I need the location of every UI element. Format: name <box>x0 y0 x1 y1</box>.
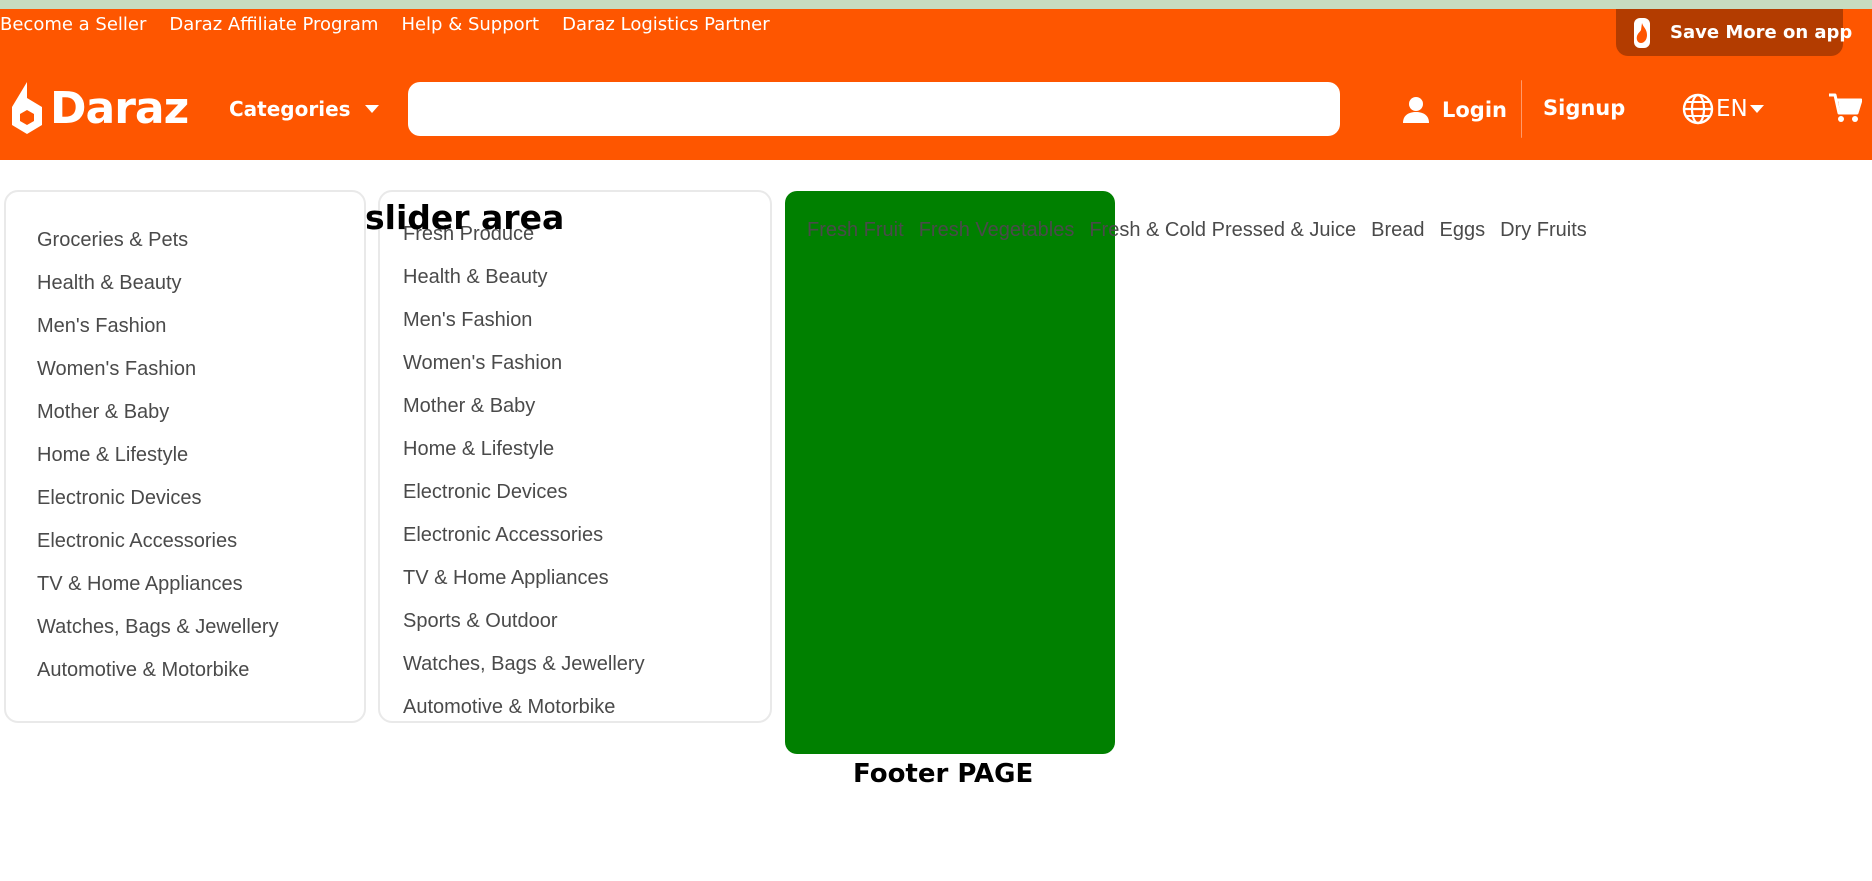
category-item-mother-baby[interactable]: Mother & Baby <box>37 397 364 440</box>
user-icon <box>1403 97 1429 123</box>
daraz-app-icon <box>1634 17 1650 48</box>
category-item-home-lifestyle[interactable]: Home & Lifestyle <box>37 440 364 483</box>
category-item-women-s-fashion[interactable]: Women's Fashion <box>37 354 364 397</box>
category-sidebar: Groceries & Pets Health & Beauty Men's Fas… <box>4 190 366 723</box>
subcategory-link-bread[interactable]: Bread <box>1371 216 1424 244</box>
subcategory-link-eggs[interactable]: Eggs <box>1440 216 1486 244</box>
signup-button[interactable]: Signup <box>1543 96 1625 120</box>
category-item-watches-bags-jewellery[interactable]: Watches, Bags & Jewellery <box>37 612 364 655</box>
top-link-affiliate-program[interactable]: Daraz Affiliate Program <box>169 14 378 36</box>
categories-label: Categories <box>229 97 351 121</box>
submenu-item-women-s-fashion[interactable]: Women's Fashion <box>403 348 770 391</box>
category-item-tv-home-appliances[interactable]: TV & Home Appliances <box>37 569 364 612</box>
cart-icon <box>1829 93 1863 122</box>
category-item-automotive-motorbike[interactable]: Automotive & Motorbike <box>37 655 364 698</box>
subcategory-link-fresh-vegetables[interactable]: Fresh Vegetables <box>919 216 1075 244</box>
category-submenu-list: Fresh Produce Health & Beauty Men's Fashio… <box>380 192 770 735</box>
daraz-logo[interactable]: Daraz <box>10 80 189 136</box>
category-item-health-beauty[interactable]: Health & Beauty <box>37 268 364 311</box>
submenu-item-electronic-accessories[interactable]: Electronic Accessories <box>403 520 770 563</box>
language-selector[interactable]: EN <box>1682 92 1764 126</box>
globe-icon <box>1682 93 1714 125</box>
category-item-electronic-devices[interactable]: Electronic Devices <box>37 483 364 526</box>
category-item-electronic-accessories[interactable]: Electronic Accessories <box>37 526 364 569</box>
login-label: Login <box>1442 98 1507 122</box>
submenu-item-watches-bags-jewellery[interactable]: Watches, Bags & Jewellery <box>403 649 770 692</box>
daraz-logo-icon <box>12 82 42 134</box>
category-item-groceries-pets[interactable]: Groceries & Pets <box>37 225 364 268</box>
slider-area <box>785 191 1115 754</box>
chevron-down-icon <box>1749 105 1764 113</box>
language-label: EN <box>1716 96 1748 122</box>
daraz-wordmark: Daraz <box>50 82 189 134</box>
submenu-item-sports-outdoor[interactable]: Sports & Outdoor <box>403 606 770 649</box>
top-link-become-seller[interactable]: Become a Seller <box>0 14 146 36</box>
chevron-down-icon <box>364 105 379 113</box>
top-links-bar: Become a Seller Daraz Affiliate Program … <box>0 14 793 36</box>
cart-button[interactable] <box>1828 92 1863 128</box>
category-sidebar-list: Groceries & Pets Health & Beauty Men's Fas… <box>6 192 364 698</box>
slider-area-heading: slider area <box>365 198 565 237</box>
top-link-logistics-partner[interactable]: Daraz Logistics Partner <box>562 14 770 36</box>
submenu-item-automotive-motorbike[interactable]: Automotive & Motorbike <box>403 692 770 735</box>
submenu-item-mother-baby[interactable]: Mother & Baby <box>403 391 770 434</box>
header-divider <box>1521 80 1522 138</box>
submenu-item-men-s-fashion[interactable]: Men's Fashion <box>403 305 770 348</box>
submenu-item-health-beauty[interactable]: Health & Beauty <box>403 262 770 305</box>
search-input[interactable] <box>408 82 1340 136</box>
save-more-label: Save More on app <box>1670 22 1853 43</box>
subcategory-link-fresh-fruit[interactable]: Fresh Fruit <box>807 216 904 244</box>
submenu-item-electronic-devices[interactable]: Electronic Devices <box>403 477 770 520</box>
subcategory-link-fresh-cold-pressed-juice[interactable]: Fresh & Cold Pressed & Juice <box>1089 216 1356 244</box>
footer-heading: Footer PAGE <box>853 759 1034 789</box>
subcategory-link-dry-fruits[interactable]: Dry Fruits <box>1500 216 1587 244</box>
browser-top-strip <box>0 0 1872 9</box>
category-item-men-s-fashion[interactable]: Men's Fashion <box>37 311 364 354</box>
top-link-help-support[interactable]: Help & Support <box>401 14 539 36</box>
submenu-item-home-lifestyle[interactable]: Home & Lifestyle <box>403 434 770 477</box>
category-submenu: Fresh Produce Health & Beauty Men's Fashio… <box>378 190 772 723</box>
save-more-on-app-button[interactable]: Save More on app <box>1616 9 1852 56</box>
submenu-item-tv-home-appliances[interactable]: TV & Home Appliances <box>403 563 770 606</box>
login-button[interactable]: Login <box>1402 93 1507 127</box>
categories-menu-button[interactable]: Categories <box>229 94 379 124</box>
subcategory-list: Fresh Fruit Fresh Vegetables Fresh & Cold … <box>807 216 1602 244</box>
